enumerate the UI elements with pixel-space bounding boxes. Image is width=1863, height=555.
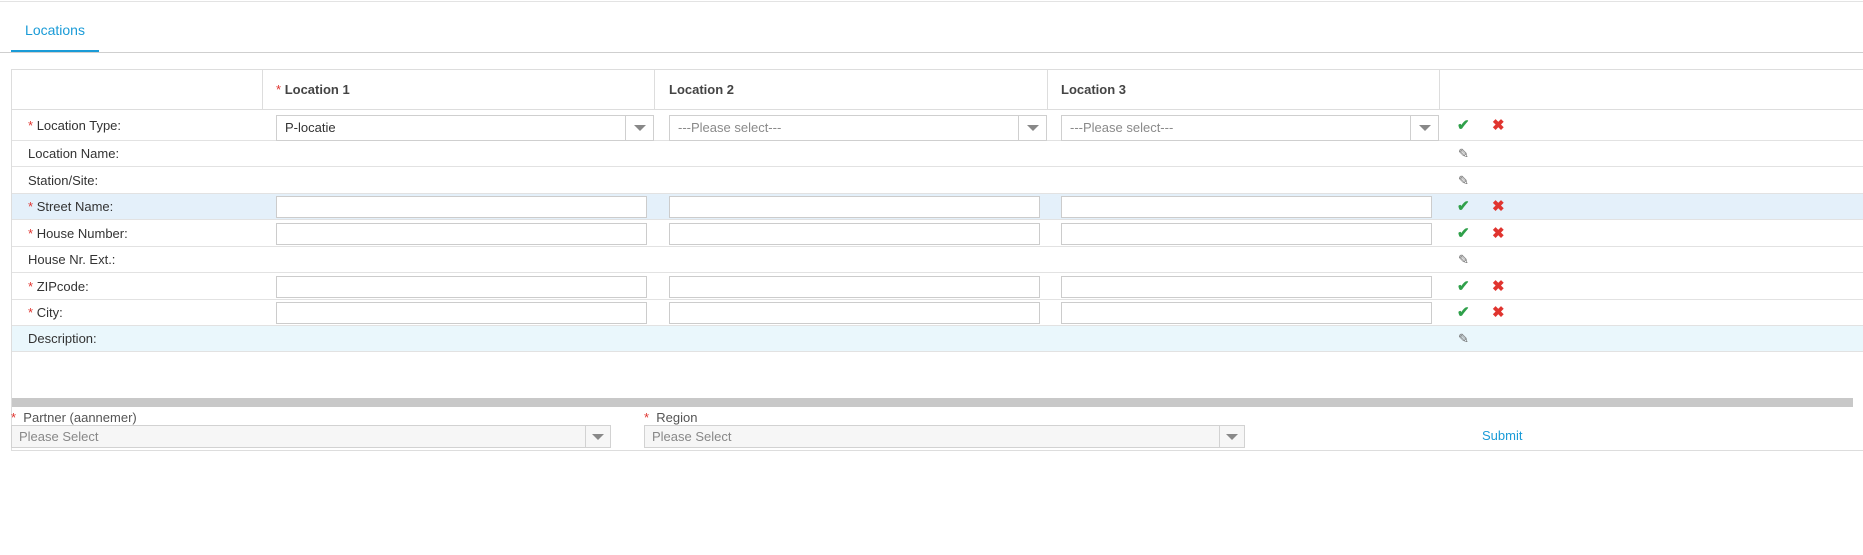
partner-label-text: Partner (aannemer)	[23, 410, 137, 425]
chevron-down-icon[interactable]	[625, 115, 653, 140]
required-mark: *	[28, 225, 34, 241]
tab-bar: Locations	[0, 0, 1863, 53]
close-icon[interactable]: ✖	[1492, 305, 1505, 321]
partner-label: * Partner (aannemer)	[11, 410, 137, 425]
text-input-location-2[interactable]	[669, 196, 1040, 218]
table-header: * Location 1 Location 2 Location 3	[12, 70, 1863, 110]
table-row: House Nr. Ext.: ✎	[12, 247, 1863, 273]
location-type-select-1[interactable]: P-locatie	[276, 114, 654, 141]
column-header-location-2: Location 2	[669, 70, 734, 110]
row-label-text: Location Type:	[36, 117, 122, 133]
chevron-down-icon[interactable]	[1410, 115, 1438, 140]
table-row: * Street Name: ✔ ✖	[12, 194, 1863, 220]
table-row: Station/Site: ✎	[12, 167, 1863, 194]
header-divider	[1439, 70, 1440, 110]
pencil-icon[interactable]: ✎	[1458, 173, 1469, 188]
text-input-location-2[interactable]	[669, 275, 1040, 298]
region-label: * Region	[644, 410, 698, 425]
required-mark: *	[644, 410, 650, 425]
row-label: * ZIPcode:	[28, 273, 89, 299]
table-row: * ZIPcode: ✔ ✖	[12, 273, 1863, 300]
check-icon[interactable]: ✔	[1457, 278, 1470, 295]
table-row: * City: ✔ ✖	[12, 300, 1863, 326]
row-label-text: Street Name:	[36, 199, 114, 214]
table-row: * Location Type: P-locatie ---Please selec…	[12, 110, 1863, 141]
required-mark: *	[28, 305, 34, 320]
region-select[interactable]: Please Select	[644, 425, 1245, 448]
check-icon[interactable]: ✔	[1457, 305, 1470, 321]
pencil-icon[interactable]: ✎	[1458, 253, 1469, 267]
select-value: ---Please select---	[678, 119, 782, 135]
column-header-label: Location 2	[669, 82, 735, 97]
horizontal-scrollbar[interactable]	[12, 398, 1853, 407]
region-select-value: Please Select	[652, 429, 732, 444]
row-label: * Location Type:	[28, 110, 121, 140]
region-label-text: Region	[656, 410, 698, 425]
location-type-select-2[interactable]: ---Please select---	[669, 114, 1047, 141]
row-label-text: Description:	[28, 331, 97, 346]
text-input-location-3[interactable]	[1061, 275, 1432, 298]
table-row: Location Name: ✎	[12, 141, 1863, 167]
header-divider	[1047, 70, 1048, 110]
table-row: * House Number: ✔ ✖	[12, 220, 1863, 247]
header-divider	[654, 70, 655, 110]
row-label: * Street Name:	[28, 194, 113, 219]
location-type-select-3[interactable]: ---Please select---	[1061, 114, 1439, 141]
header-divider	[262, 70, 263, 110]
required-mark: *	[28, 278, 34, 294]
locations-panel: * Location 1 Location 2 Location 3 * Loc…	[11, 69, 1863, 451]
row-label-text: Location Name:	[28, 146, 120, 161]
select-value: P-locatie	[285, 119, 336, 135]
text-input-location-1[interactable]	[276, 196, 647, 218]
row-label-text: City:	[36, 305, 63, 320]
required-mark: *	[276, 82, 282, 97]
partner-select[interactable]: Please Select	[11, 425, 611, 448]
text-input-location-2[interactable]	[669, 302, 1040, 324]
close-icon[interactable]: ✖	[1492, 225, 1505, 242]
tab-locations[interactable]: Locations	[11, 20, 99, 52]
row-label-text: House Number:	[36, 225, 128, 241]
text-input-location-2[interactable]	[669, 222, 1040, 245]
close-icon[interactable]: ✖	[1492, 199, 1505, 215]
row-label: Station/Site:	[28, 167, 98, 193]
text-input-location-1[interactable]	[276, 302, 647, 324]
required-mark: *	[11, 410, 17, 425]
submit-button[interactable]: Submit	[1482, 428, 1522, 443]
row-label: Description:	[28, 326, 97, 351]
row-label-text: Station/Site:	[28, 172, 99, 188]
required-mark: *	[28, 199, 34, 214]
column-header-label: Location 3	[1061, 82, 1127, 97]
text-input-location-3[interactable]	[1061, 222, 1432, 245]
chevron-down-icon[interactable]	[1219, 426, 1244, 447]
check-icon[interactable]: ✔	[1457, 117, 1470, 134]
chevron-down-icon[interactable]	[585, 426, 610, 447]
check-icon[interactable]: ✔	[1457, 199, 1470, 215]
column-header-label: Location 1	[284, 82, 350, 97]
text-input-location-1[interactable]	[276, 275, 647, 298]
close-icon[interactable]: ✖	[1492, 117, 1505, 134]
select-value: ---Please select---	[1070, 119, 1174, 135]
table-row: Description: ✎	[12, 326, 1863, 352]
text-input-location-1[interactable]	[276, 222, 647, 245]
row-label: * House Number:	[28, 220, 128, 246]
close-icon[interactable]: ✖	[1492, 278, 1505, 295]
text-input-location-3[interactable]	[1061, 196, 1432, 218]
partner-select-value: Please Select	[19, 429, 99, 444]
pencil-icon[interactable]: ✎	[1458, 332, 1469, 346]
row-label: Location Name:	[28, 141, 119, 166]
pencil-icon[interactable]: ✎	[1458, 147, 1469, 161]
check-icon[interactable]: ✔	[1457, 225, 1470, 242]
column-header-location-3: Location 3	[1061, 70, 1126, 110]
row-label-text: ZIPcode:	[36, 278, 89, 294]
column-header-location-1: * Location 1	[276, 70, 350, 110]
text-input-location-3[interactable]	[1061, 302, 1432, 324]
row-label: House Nr. Ext.:	[28, 247, 115, 272]
row-label-text: House Nr. Ext.:	[28, 252, 116, 267]
row-label: * City:	[28, 300, 63, 325]
required-mark: *	[28, 117, 34, 133]
chevron-down-icon[interactable]	[1018, 115, 1046, 140]
